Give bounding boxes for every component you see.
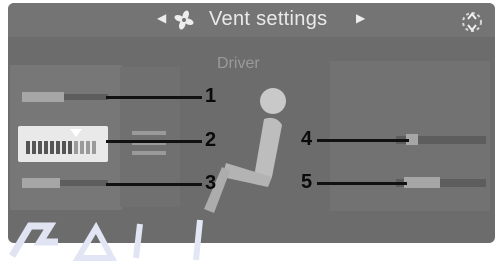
callout-line-3	[106, 183, 202, 186]
previous-arrow-icon[interactable]: ◀	[157, 11, 166, 25]
callout-number-1: 1	[205, 85, 217, 107]
page-title: Vent settings	[209, 8, 328, 30]
next-arrow-icon[interactable]: ▶	[356, 11, 365, 25]
segment	[80, 141, 84, 154]
vent-1-level-bar[interactable]	[22, 92, 64, 102]
segment	[38, 141, 42, 154]
driver-label: Driver	[217, 55, 260, 72]
figure: ◀ Vent settings ▶ Driver 1 2 3 4 5	[0, 0, 499, 261]
vent-1-track	[64, 94, 108, 100]
vent-2-distribution-control[interactable]	[18, 126, 108, 162]
segment	[56, 141, 60, 154]
distribution-marker-icon	[70, 129, 82, 137]
segment	[26, 141, 30, 154]
vent-3-level-bar[interactable]	[22, 178, 60, 188]
callout-line-1	[106, 96, 202, 99]
segment	[44, 141, 48, 154]
vent-2-adjacent-bar	[132, 151, 166, 155]
callout-number-2: 2	[205, 129, 217, 151]
watermark	[8, 219, 203, 261]
vent-2-adjacent-bar	[132, 131, 166, 135]
segment	[86, 141, 90, 154]
segment	[74, 141, 78, 154]
callout-number-3: 3	[205, 172, 217, 194]
callout-number-4: 4	[301, 128, 313, 150]
vent-5-level-bar[interactable]	[404, 177, 440, 188]
segment	[50, 141, 54, 154]
callout-number-5: 5	[301, 171, 313, 193]
callout-line-2	[106, 140, 202, 143]
left-inner-panel	[120, 67, 180, 207]
segment	[68, 141, 72, 154]
callout-line-5	[317, 182, 407, 185]
vent-3-track	[60, 180, 108, 186]
segment	[62, 141, 66, 154]
fan-icon	[174, 10, 194, 30]
up-down-scroll-icon[interactable]	[460, 9, 484, 35]
title-bar: ◀ Vent settings ▶	[8, 3, 495, 37]
callout-line-4	[317, 139, 409, 142]
segment	[32, 141, 36, 154]
segment	[92, 141, 96, 154]
